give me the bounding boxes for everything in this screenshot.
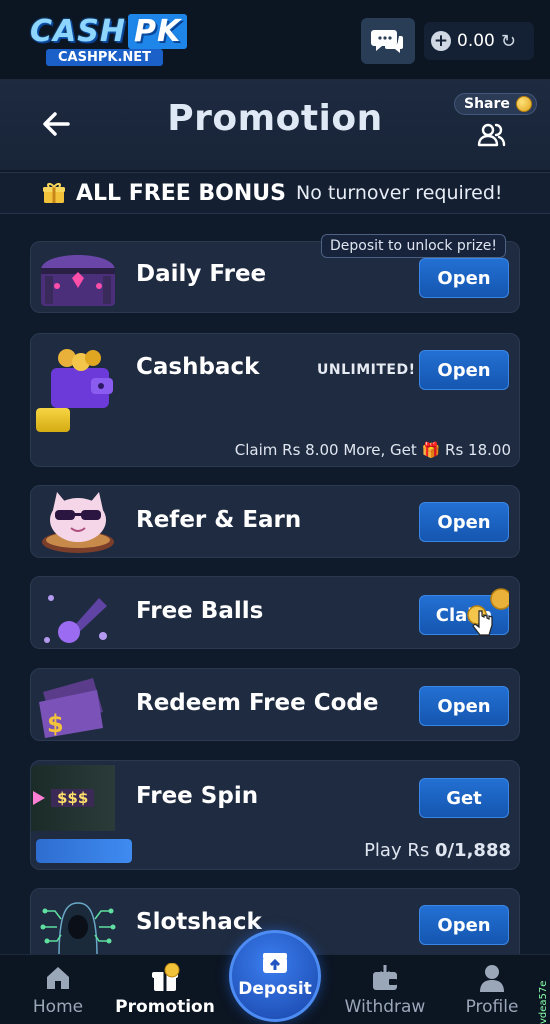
free-spin-progress bbox=[36, 839, 132, 863]
daily-free-card[interactable]: Deposit to unlock prize! Daily Free Open bbox=[30, 234, 520, 313]
cashpk-logo[interactable]: CASH PK CASHPK.NET bbox=[26, 14, 206, 70]
ball-icon bbox=[44, 595, 107, 643]
refer-open-button[interactable]: Open bbox=[419, 502, 509, 542]
cashback-reward-value: Rs 18.00 bbox=[445, 441, 511, 459]
nav-home[interactable]: Home bbox=[8, 963, 108, 1017]
logo-text: CASH PK bbox=[30, 14, 188, 49]
balance-value: 0.00 bbox=[457, 31, 495, 51]
hacker-icon bbox=[40, 902, 116, 957]
refresh-icon[interactable]: ↻ bbox=[501, 31, 516, 52]
daily-free-open-button[interactable]: Open bbox=[419, 258, 509, 298]
nav-profile[interactable]: Profile bbox=[442, 963, 542, 1017]
cashback-progress-fill bbox=[36, 408, 70, 432]
gift-icon bbox=[43, 183, 65, 203]
ticket-icon: $ bbox=[39, 678, 103, 738]
bonus-subtitle: No turnover required! bbox=[296, 182, 503, 204]
nav-withdraw[interactable]: Withdraw bbox=[335, 963, 435, 1017]
pointer-hand-icon bbox=[467, 588, 509, 636]
free-spin-progress-fill bbox=[36, 839, 132, 863]
play-label: Play Rs bbox=[364, 840, 430, 861]
withdraw-icon bbox=[373, 965, 397, 990]
cashback-claim-line: Claim Rs 8.00 More, Get 🎁 Rs 18.00 bbox=[235, 441, 511, 459]
redeem-open-button[interactable]: Open bbox=[419, 686, 509, 726]
nav-promotion[interactable]: Promotion bbox=[115, 963, 215, 1017]
profile-icon bbox=[480, 965, 504, 992]
cashback-progress bbox=[36, 408, 132, 432]
page-header: Promotion Share bbox=[0, 80, 550, 170]
card-title: Slotshack bbox=[136, 909, 262, 935]
share-label: Share bbox=[464, 96, 510, 112]
play-progress-value: 0/1,888 bbox=[434, 840, 511, 861]
bonus-title: ALL FREE BONUS bbox=[76, 180, 286, 206]
slot-text: $$$ bbox=[51, 789, 95, 807]
free-spin-card[interactable]: $$$ Free Spin Get Play Rs 0/1,888 bbox=[30, 760, 520, 870]
logo-pk-text: PK bbox=[127, 14, 188, 49]
deposit-icon bbox=[263, 953, 287, 973]
unlimited-tag: UNLIMITED! bbox=[317, 362, 416, 378]
slot-thumbnail: $$$ bbox=[31, 765, 115, 831]
card-title: Cashback bbox=[136, 354, 260, 380]
card-title: Daily Free bbox=[136, 261, 267, 287]
add-funds-icon[interactable]: + bbox=[431, 31, 451, 51]
treasure-chest-icon bbox=[41, 255, 115, 306]
deposit-unlock-notice: Deposit to unlock prize! bbox=[321, 234, 507, 258]
share-button[interactable]: Share bbox=[454, 93, 537, 155]
free-spin-play-line: Play Rs 0/1,888 bbox=[364, 840, 511, 861]
free-bonus-banner: ALL FREE BONUS No turnover required! bbox=[0, 172, 550, 214]
cashback-claim-text: Claim Rs 8.00 More, Get bbox=[234, 441, 417, 459]
free-balls-card[interactable]: Free Balls Claim bbox=[30, 576, 520, 649]
gift-icon: 🎁 bbox=[421, 441, 441, 459]
refer-earn-card[interactable]: Refer & Earn Open bbox=[30, 485, 520, 558]
card-title: Redeem Free Code bbox=[136, 690, 379, 716]
cashback-card[interactable]: Cashback UNLIMITED! Open Claim Rs 8.00 M… bbox=[30, 333, 520, 467]
side-watermark: vdea57e bbox=[538, 980, 549, 1024]
redeem-code-card[interactable]: $ Redeem Free Code Open bbox=[30, 668, 520, 741]
slotshack-open-button[interactable]: Open bbox=[419, 905, 509, 945]
gift-icon bbox=[152, 963, 180, 991]
card-title: Free Spin bbox=[136, 783, 259, 809]
logo-subtitle: CASHPK.NET bbox=[46, 49, 164, 66]
deposit-button[interactable]: Deposit bbox=[229, 930, 321, 1022]
deposit-label: Deposit bbox=[238, 979, 312, 999]
cat-mascot-icon bbox=[42, 492, 114, 553]
balance-widget: + 0.00 ↻ bbox=[424, 22, 534, 60]
nav-withdraw-label: Withdraw bbox=[344, 997, 426, 1017]
home-icon bbox=[47, 967, 69, 989]
people-icon bbox=[477, 123, 506, 147]
play-icon bbox=[33, 791, 45, 805]
logo-main-text: CASH bbox=[30, 14, 126, 49]
top-bar: CASH PK CASHPK.NET + 0.00 ↻ bbox=[0, 0, 550, 80]
nav-profile-label: Profile bbox=[465, 997, 519, 1017]
svg-text:$: $ bbox=[47, 710, 64, 738]
nav-home-label: Home bbox=[32, 997, 84, 1017]
nav-promotion-label: Promotion bbox=[115, 997, 215, 1017]
coin-icon bbox=[515, 96, 532, 112]
chat-button[interactable] bbox=[361, 18, 415, 64]
share-pill: Share bbox=[454, 93, 537, 115]
free-spin-get-button[interactable]: Get bbox=[419, 778, 509, 818]
wallet-coins-icon bbox=[51, 349, 113, 408]
card-title: Refer & Earn bbox=[136, 507, 302, 533]
card-title: Free Balls bbox=[136, 598, 264, 624]
chat-icon bbox=[371, 30, 403, 53]
cashback-open-button[interactable]: Open bbox=[419, 350, 509, 390]
